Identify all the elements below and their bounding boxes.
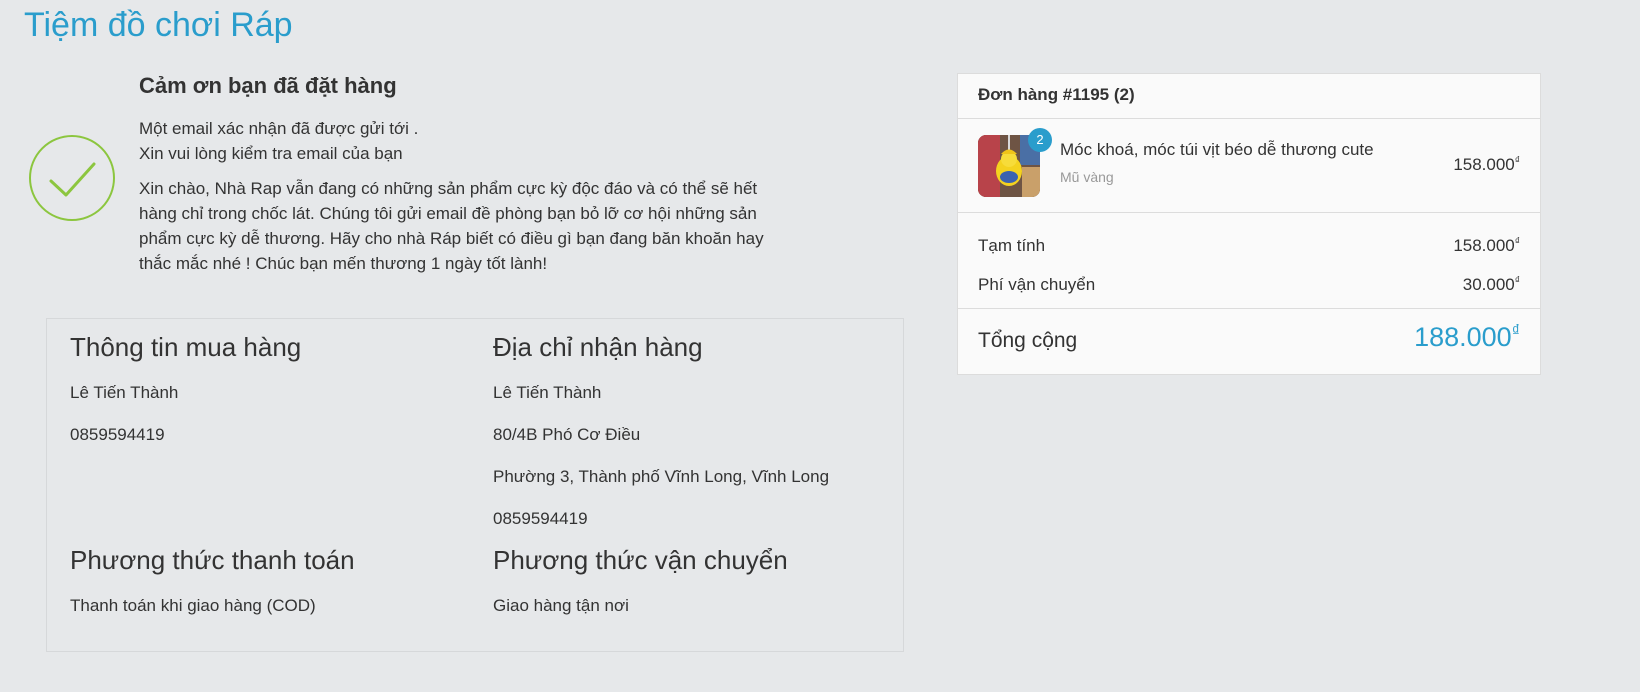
- product-variant: Mũ vàng: [1060, 169, 1114, 185]
- grand-total-line: Tổng cộng 188.000₫: [958, 308, 1540, 374]
- shipping-method-value: Giao hàng tận nơi: [493, 596, 629, 615]
- order-confirmation-page: Tiệm đồ chơi Ráp Cảm ơn bạn đã đặt hàng …: [0, 0, 1640, 692]
- shipping-address-section: Địa chỉ nhận hàng Lê Tiến Thành 80/4B Ph…: [493, 331, 893, 530]
- email-sent-line: Một email xác nhận đã được gửi tới .: [139, 119, 419, 138]
- address-ward-city: Phường 3, Thành phố Vĩnh Long, Vĩnh Long: [493, 467, 830, 486]
- success-check-icon: [29, 135, 115, 221]
- shipping-method-heading: Phương thức vận chuyển: [493, 545, 788, 575]
- thank-you-section: Cảm ơn bạn đã đặt hàng Một email xác nhậ…: [139, 72, 799, 276]
- shipping-fee-label: Phí vận chuyển: [978, 275, 1096, 294]
- greeting-message: Xin chào, Nhà Rap vẫn đang có những sản …: [139, 179, 764, 273]
- order-header: Đơn hàng #1195 (2): [958, 74, 1540, 119]
- order-number: Đơn hàng #1195 (2): [978, 85, 1135, 104]
- thank-you-heading: Cảm ơn bạn đã đặt hàng: [139, 73, 397, 98]
- quantity-badge: 2: [1028, 128, 1052, 152]
- customer-info-box: Thông tin mua hàng Lê Tiến Thành 0859594…: [46, 318, 904, 652]
- order-item: 2 Móc khoá, móc túi vịt béo dễ thương cu…: [958, 118, 1540, 213]
- subtotal-label: Tạm tính: [978, 236, 1046, 255]
- product-price: 158.000₫: [1453, 155, 1520, 174]
- subtotal-value: 158.000₫: [1453, 236, 1520, 255]
- buyer-phone: 0859594419: [70, 425, 165, 444]
- product-name[interactable]: Móc khoá, móc túi vịt béo dễ thương cute: [1060, 140, 1374, 160]
- buyer-info-heading: Thông tin mua hàng: [70, 332, 302, 362]
- total-label: Tổng cộng: [978, 329, 1078, 352]
- shipping-address-heading: Địa chỉ nhận hàng: [493, 332, 703, 362]
- check-email-line: Xin vui lòng kiểm tra email của bạn: [139, 144, 403, 163]
- email-confirmation-text: Một email xác nhận đã được gửi tới . Xin…: [139, 116, 799, 166]
- shipping-method-section: Phương thức vận chuyển Giao hàng tận nơi: [493, 544, 893, 617]
- recipient-phone: 0859594419: [493, 509, 588, 528]
- total-value: 188.000₫: [1414, 322, 1520, 352]
- address-street: 80/4B Phó Cơ Điều: [493, 425, 641, 444]
- order-summary: Đơn hàng #1195 (2) 2 Móc khoá, móc túi v…: [957, 73, 1541, 375]
- recipient-name: Lê Tiến Thành: [493, 383, 602, 402]
- payment-method-value: Thanh toán khi giao hàng (COD): [70, 596, 316, 615]
- buyer-name: Lê Tiến Thành: [70, 383, 179, 402]
- buyer-info-section: Thông tin mua hàng Lê Tiến Thành 0859594…: [70, 331, 470, 446]
- order-totals: Tạm tính 158.000₫ Phí vận chuyển 30.000₫: [958, 212, 1540, 309]
- shop-title[interactable]: Tiệm đồ chơi Ráp: [24, 6, 293, 45]
- shipping-fee-value: 30.000₫: [1462, 275, 1520, 294]
- payment-method-heading: Phương thức thanh toán: [70, 545, 355, 575]
- payment-method-section: Phương thức thanh toán Thanh toán khi gi…: [70, 544, 470, 617]
